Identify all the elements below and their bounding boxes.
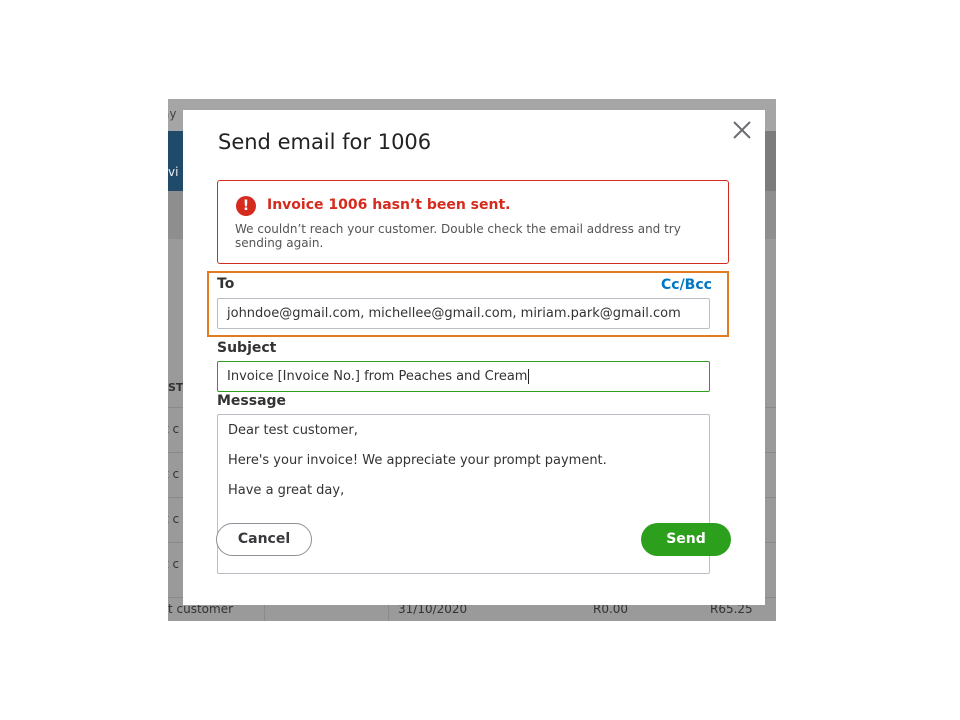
error-alert: ! Invoice 1006 hasn’t been sent. We coul… xyxy=(217,180,729,264)
message-line: Have a great day, xyxy=(228,483,345,498)
subject-value: Invoice [Invoice No.] from Peaches and C… xyxy=(227,369,528,384)
background-topbar-text: ay xyxy=(168,107,177,121)
close-icon xyxy=(733,121,751,139)
alert-title: Invoice 1006 hasn’t been sent. xyxy=(267,197,511,213)
send-button[interactable]: Send xyxy=(641,523,731,556)
alert-message: We couldn’t reach your customer. Double … xyxy=(235,222,681,250)
cc-bcc-link[interactable]: Cc/Bcc xyxy=(661,277,712,293)
dialog-title: Send email for 1006 xyxy=(218,130,432,154)
text-cursor xyxy=(528,369,530,384)
error-icon: ! xyxy=(236,196,256,216)
message-label: Message xyxy=(217,393,287,409)
subject-input[interactable]: Invoice [Invoice No.] from Peaches and C… xyxy=(217,361,710,392)
to-email-input[interactable]: johndoe@gmail.com, michellee@gmail.com, … xyxy=(217,298,710,329)
to-label: To xyxy=(217,276,235,292)
close-button[interactable] xyxy=(728,116,756,144)
background-row-text: t c xyxy=(168,557,180,571)
message-line: Dear test customer, xyxy=(228,423,358,438)
message-line: Here's your invoice! We appreciate your … xyxy=(228,453,607,468)
background-row-text: t c xyxy=(168,512,180,526)
subject-label: Subject xyxy=(217,340,277,356)
background-column-header: ST xyxy=(168,381,184,394)
background-row-text: t c xyxy=(168,422,180,436)
background-row-text: t c xyxy=(168,467,180,481)
cancel-button[interactable]: Cancel xyxy=(216,523,312,556)
send-email-dialog: Send email for 1006 ! Invoice 1006 hasn’… xyxy=(183,110,765,605)
background-header-text: vi xyxy=(168,165,179,179)
background-header-accent xyxy=(168,131,184,191)
